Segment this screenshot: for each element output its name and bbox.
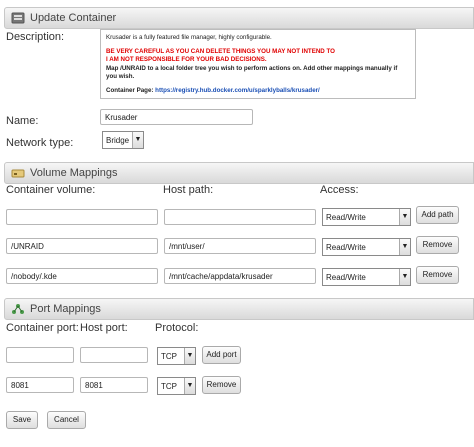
- chevron-down-icon: ▼: [399, 209, 410, 225]
- container-volume-field[interactable]: [6, 209, 158, 225]
- container-port-field[interactable]: [6, 347, 74, 363]
- access-select[interactable]: Read/Write ▼: [322, 268, 411, 286]
- chevron-down-icon: ▼: [132, 132, 143, 148]
- access-select[interactable]: Read/Write ▼: [322, 238, 411, 256]
- network-icon: [11, 303, 25, 315]
- protocol-select[interactable]: TCP ▼: [157, 347, 196, 365]
- remove-path-button[interactable]: Remove: [416, 236, 459, 254]
- cancel-button[interactable]: Cancel: [47, 411, 86, 429]
- add-path-button[interactable]: Add path: [416, 206, 459, 224]
- col-container-port: Container port:: [6, 322, 79, 334]
- col-host-port: Host port:: [80, 322, 128, 334]
- drive-icon: [11, 167, 25, 179]
- access-value: Read/Write: [326, 213, 366, 222]
- section-title: Port Mappings: [30, 303, 101, 315]
- col-protocol: Protocol:: [155, 322, 199, 334]
- container-page-link[interactable]: https://registry.hub.docker.com/u/sparkl…: [155, 87, 320, 94]
- host-path-field[interactable]: /mnt/user/: [164, 238, 316, 254]
- access-value: Read/Write: [326, 243, 366, 252]
- chevron-down-icon: ▼: [399, 239, 410, 255]
- container-volume-field[interactable]: /nobody/.kde: [6, 268, 158, 284]
- network-type-label: Network type:: [6, 137, 74, 149]
- description-label: Description:: [6, 31, 65, 43]
- col-host-path: Host path:: [163, 184, 214, 196]
- col-access: Access:: [320, 184, 359, 196]
- update-container-header: Update Container: [4, 7, 474, 29]
- description-box: Krusader is a fully featured file manage…: [100, 29, 416, 99]
- section-title: Volume Mappings: [30, 167, 118, 179]
- protocol-value: TCP: [161, 382, 177, 391]
- protocol-value: TCP: [161, 352, 177, 361]
- chevron-down-icon: ▼: [184, 378, 195, 394]
- remove-port-button[interactable]: Remove: [202, 376, 241, 394]
- host-port-field[interactable]: 8081: [80, 377, 148, 393]
- network-type-value: Bridge: [106, 136, 130, 145]
- port-mappings-header: Port Mappings: [4, 298, 474, 320]
- network-type-select[interactable]: Bridge ▼: [102, 131, 144, 149]
- access-value: Read/Write: [326, 273, 366, 282]
- container-volume-field[interactable]: /UNRAID: [6, 238, 158, 254]
- section-title: Update Container: [30, 12, 117, 24]
- name-field[interactable]: Krusader: [100, 109, 253, 125]
- name-label: Name:: [6, 115, 39, 127]
- host-port-field[interactable]: [80, 347, 148, 363]
- save-button[interactable]: Save: [6, 411, 38, 429]
- access-select[interactable]: Read/Write ▼: [322, 208, 411, 226]
- volume-mappings-header: Volume Mappings: [4, 162, 474, 184]
- description-text: Krusader is a fully featured file manage…: [106, 34, 272, 41]
- warning-line-1: BE VERY CAREFUL AS YOU CAN DELETE THINGS…: [106, 48, 335, 56]
- add-port-button[interactable]: Add port: [202, 346, 241, 364]
- col-container-volume: Container volume:: [6, 184, 96, 196]
- host-path-field[interactable]: [164, 209, 316, 225]
- chevron-down-icon: ▼: [184, 348, 195, 364]
- mapping-hint: Map /UNRAID to a local folder tree you w…: [106, 64, 398, 80]
- remove-path-button[interactable]: Remove: [416, 266, 459, 284]
- host-path-field[interactable]: /mnt/cache/appdata/krusader: [164, 268, 316, 284]
- warning-line-2: I AM NOT RESPONSIBLE FOR YOUR BAD DECISI…: [106, 56, 267, 64]
- container-icon: [11, 12, 25, 24]
- chevron-down-icon: ▼: [399, 269, 410, 285]
- container-page-label: Container Page:: [106, 87, 156, 95]
- container-port-field[interactable]: 8081: [6, 377, 74, 393]
- protocol-select[interactable]: TCP ▼: [157, 377, 196, 395]
